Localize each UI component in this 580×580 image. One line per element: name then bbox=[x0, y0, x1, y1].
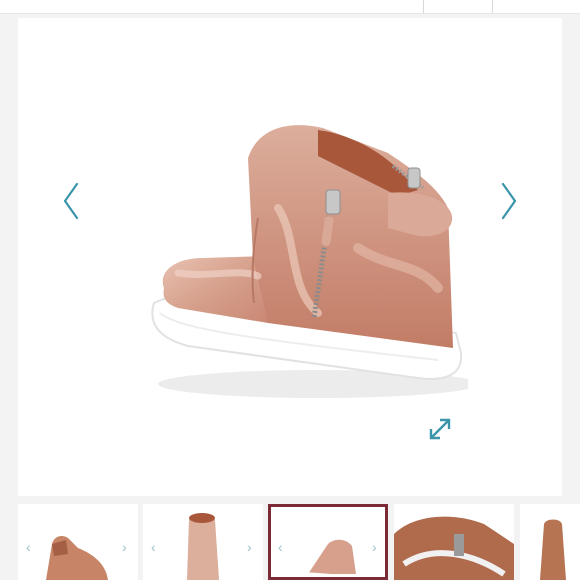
chevron-left-icon: ‹ bbox=[151, 539, 156, 555]
thumbnail-image bbox=[187, 513, 219, 580]
thumbnail-3[interactable]: ‹ › bbox=[268, 504, 388, 580]
product-image bbox=[151, 125, 468, 398]
chevron-right-icon bbox=[501, 182, 517, 220]
thumbnail-image bbox=[394, 516, 514, 580]
thumbnail-4[interactable] bbox=[394, 504, 514, 580]
expand-arrows-icon[interactable] bbox=[426, 415, 454, 443]
thumbnail-image bbox=[540, 519, 566, 580]
chevron-right-icon: › bbox=[247, 539, 252, 555]
thumbnail-1[interactable]: ‹ › bbox=[18, 504, 138, 580]
top-bar-divider bbox=[492, 0, 493, 13]
chevron-right-icon: › bbox=[372, 539, 377, 555]
thumbnail-image bbox=[303, 539, 359, 580]
chevron-left-icon: ‹ bbox=[26, 539, 31, 555]
thumbnail-2[interactable]: ‹ › bbox=[143, 504, 263, 580]
prev-image-button[interactable] bbox=[56, 178, 86, 224]
product-image-viewer[interactable] bbox=[18, 18, 562, 496]
chevron-left-icon: ‹ bbox=[278, 539, 283, 555]
chevron-right-icon: › bbox=[122, 539, 127, 555]
chevron-left-icon bbox=[63, 182, 79, 220]
top-bar bbox=[0, 0, 580, 14]
next-image-button[interactable] bbox=[494, 178, 524, 224]
top-bar-divider bbox=[423, 0, 424, 13]
thumbnail-strip: ‹ › ‹ › ‹ › bbox=[0, 504, 580, 580]
thumbnail-image bbox=[46, 536, 108, 580]
thumbnail-5[interactable] bbox=[520, 504, 580, 580]
